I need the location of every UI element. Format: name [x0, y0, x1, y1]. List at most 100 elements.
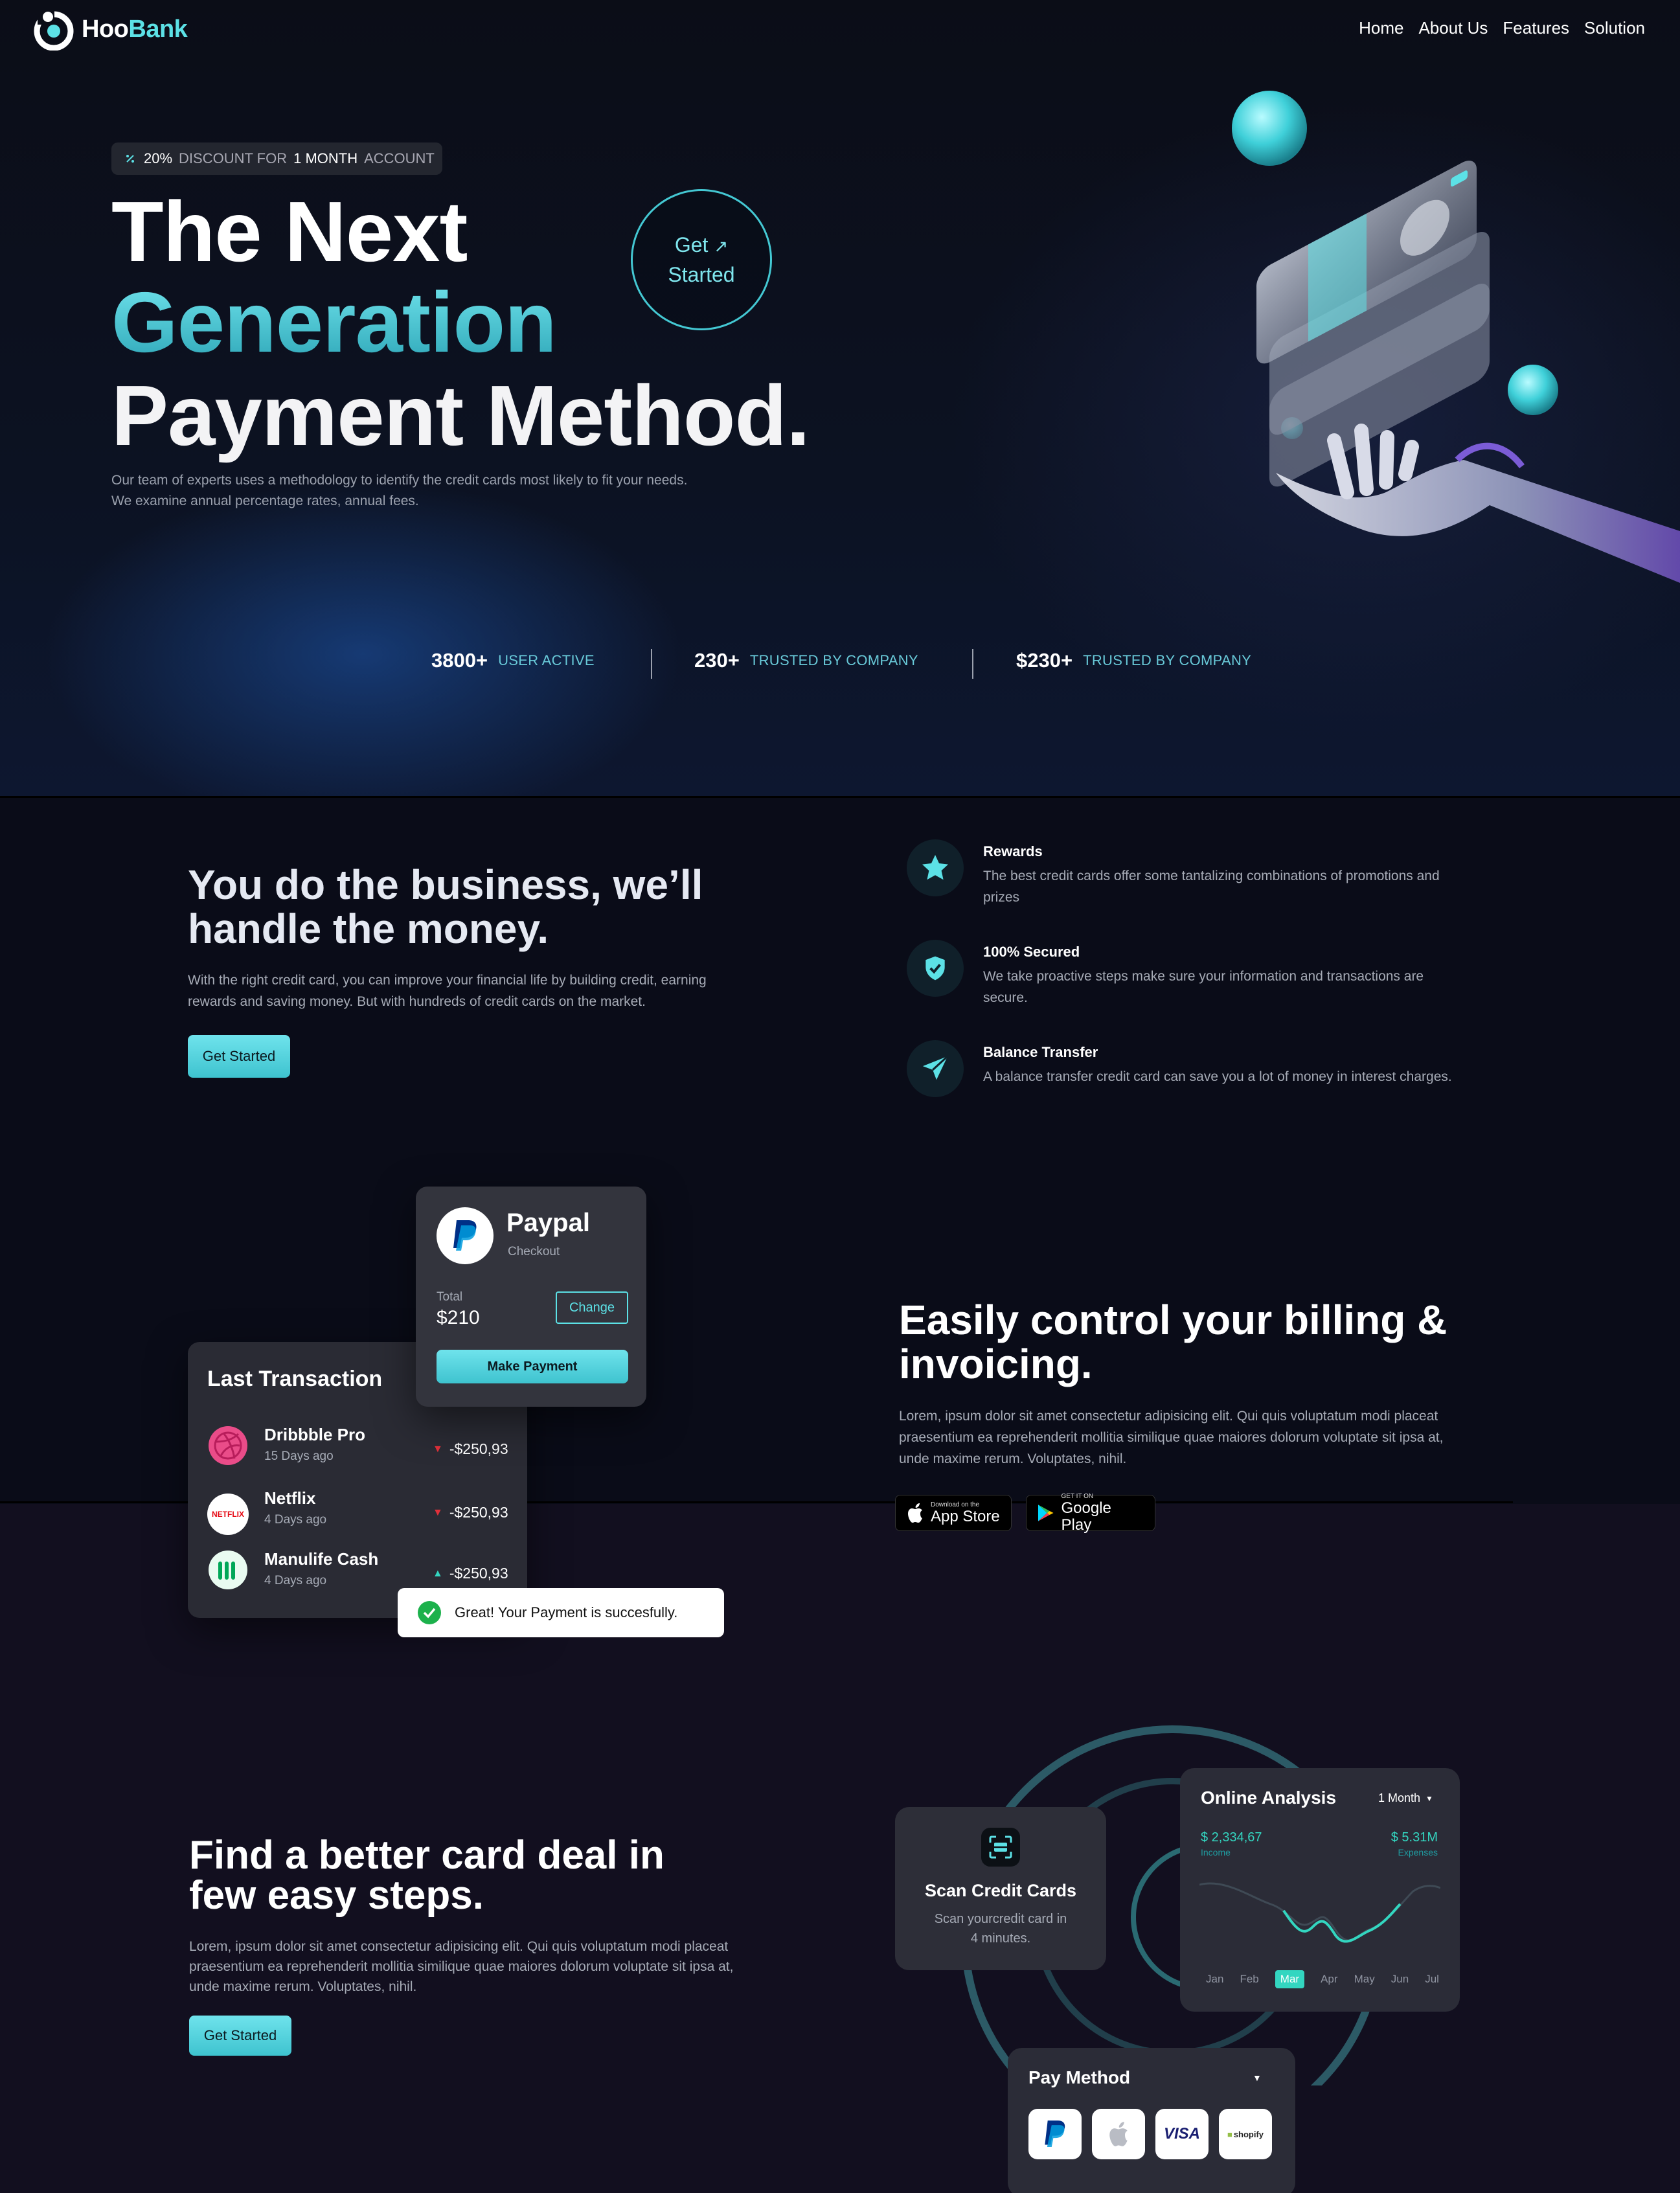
change-button[interactable]: Change: [556, 1291, 628, 1324]
card-deal-get-started-button[interactable]: Get Started: [189, 2016, 291, 2056]
app-store-button[interactable]: Download on the App Store: [895, 1495, 1012, 1531]
transaction-date: 15 Days ago: [264, 1449, 334, 1463]
month-tab-jul[interactable]: Jul: [1425, 1973, 1439, 1986]
card-deal-title-2: few easy steps.: [189, 1873, 484, 1918]
hero-desc-1: Our team of experts uses a methodology t…: [111, 473, 688, 488]
hero-description: Our team of experts uses a methodology t…: [111, 470, 694, 512]
business-title-2: handle the money.: [188, 905, 549, 952]
feature-title: Rewards: [983, 843, 1043, 859]
nav-about-us[interactable]: About Us: [1418, 18, 1488, 38]
period-value: 1 Month: [1378, 1791, 1421, 1804]
app-store-label: App Store: [931, 1507, 1000, 1525]
pay-options: VISA ■ shopify: [1028, 2109, 1272, 2159]
transaction-name: Dribbble Pro: [264, 1425, 366, 1444]
stat-label: TRUSTED BY COMPANY: [749, 652, 918, 668]
google-play-button[interactable]: GET IT ON Google Play: [1026, 1493, 1155, 1533]
payment-success-toast: Great! Your Payment is succesfully.: [398, 1588, 724, 1637]
month-tab-apr[interactable]: Apr: [1321, 1973, 1337, 1986]
analysis-line-chart: [1199, 1882, 1440, 1943]
shopify-option-icon[interactable]: ■ shopify: [1219, 2109, 1272, 2159]
month-tabs: Jan Feb Mar Apr May Jun Jul: [1206, 1970, 1439, 1988]
apple-pay-option-icon[interactable]: [1092, 2109, 1145, 2159]
paypal-icon: [437, 1207, 494, 1264]
hero-title-line-1: The Next: [111, 184, 468, 279]
shopify-label: shopify: [1233, 2129, 1264, 2139]
nav-home[interactable]: Home: [1359, 18, 1403, 38]
month-tab-feb[interactable]: Feb: [1240, 1973, 1258, 1986]
transaction-date: 4 Days ago: [264, 1574, 327, 1587]
business-title-1: You do the business, we’ll: [188, 861, 703, 908]
send-icon: [907, 1040, 964, 1097]
robot-hand-cards-illustration: [1232, 91, 1680, 583]
make-payment-button[interactable]: Make Payment: [437, 1350, 628, 1383]
transaction-row[interactable]: NETFLIX Netflix 4 Days ago ▼ -$250,93: [207, 1488, 512, 1540]
scan-desc-2: 4 minutes.: [970, 1931, 1031, 1946]
stat-trusted: $230+ TRUSTED BY COMPANY: [1016, 649, 1251, 672]
period-dropdown[interactable]: 1 Month ▼: [1378, 1791, 1433, 1805]
arrow-down-icon: ▼: [433, 1506, 443, 1518]
badge-suffix: ACCOUNT: [364, 150, 435, 166]
cta-line-2: Started: [668, 263, 735, 286]
google-play-icon: [1038, 1505, 1054, 1521]
transaction-amount: -$250,93: [449, 1440, 508, 1457]
stat-value: $230+: [1016, 649, 1073, 672]
transaction-amount: -$250,93: [449, 1504, 508, 1521]
discount-icon: [126, 155, 134, 163]
caret-down-icon: ▼: [1425, 1793, 1433, 1803]
billing-title-2: invoicing.: [899, 1341, 1093, 1387]
business-title: You do the business, we’ll handle the mo…: [188, 863, 703, 951]
arrow-down-icon: ▼: [433, 1443, 443, 1455]
transaction-row[interactable]: Dribbble Pro 15 Days ago ▼ -$250,93: [207, 1425, 512, 1477]
scan-credit-cards-card[interactable]: Scan Credit Cards Scan yourcredit card i…: [895, 1807, 1106, 1970]
billing-title: Easily control your billing & invoicing.: [899, 1298, 1447, 1386]
visa-option-icon[interactable]: VISA: [1155, 2109, 1209, 2159]
netflix-icon: NETFLIX: [207, 1494, 249, 1535]
feature-title: 100% Secured: [983, 944, 1080, 960]
month-tab-jan[interactable]: Jan: [1206, 1973, 1223, 1986]
feature-desc: The best credit cards offer some tantali…: [983, 869, 1440, 905]
apple-icon: [908, 1503, 922, 1523]
main-nav: Home About Us Features Solution: [1359, 18, 1645, 38]
paypal-checkout-card: Paypal Checkout Total $210 Change Make P…: [416, 1187, 646, 1407]
total-amount: $210: [437, 1307, 480, 1328]
transaction-amount-wrap: ▼ -$250,93: [433, 1440, 508, 1458]
month-tab-may[interactable]: May: [1354, 1973, 1375, 1986]
star-icon: [907, 839, 964, 896]
income-label: Income: [1201, 1847, 1231, 1858]
stat-users: 3800+ USER ACTIVE: [431, 649, 595, 672]
stat-divider: [972, 649, 973, 679]
feature-desc: A balance transfer credit card can save …: [983, 1069, 1452, 1084]
stat-label: USER ACTIVE: [498, 652, 595, 668]
analysis-title: Online Analysis: [1201, 1788, 1337, 1808]
scan-desc-1: Scan yourcredit card in: [934, 1912, 1067, 1926]
pay-method-card: Pay Method ▼ VISA ■ shopify: [1008, 2048, 1295, 2193]
card-deal-description: Lorem, ipsum dolor sit amet consectetur …: [189, 1939, 734, 1994]
pay-method-title: Pay Method: [1028, 2067, 1131, 2087]
billing-title-1: Easily control your billing &: [899, 1297, 1447, 1343]
transaction-amount: -$250,93: [449, 1565, 508, 1582]
month-tab-jun[interactable]: Jun: [1391, 1973, 1409, 1986]
brand-logo[interactable]: HooBank: [32, 8, 188, 51]
app-store-small: Download on the: [931, 1501, 980, 1508]
badge-duration: 1 MONTH: [293, 150, 358, 166]
badge-text: DISCOUNT FOR: [179, 150, 288, 166]
paypal-subtitle: Checkout: [508, 1245, 560, 1258]
business-get-started-button[interactable]: Get Started: [188, 1035, 290, 1078]
stat-label: TRUSTED BY COMPANY: [1083, 652, 1252, 668]
stat-companies: 230+ TRUSTED BY COMPANY: [694, 649, 918, 672]
paypal-title: Paypal: [506, 1209, 590, 1237]
stat-value: 3800+: [431, 649, 488, 672]
manulife-icon: [209, 1551, 247, 1589]
nav-solution[interactable]: Solution: [1584, 18, 1645, 38]
nav-features[interactable]: Features: [1503, 18, 1569, 38]
arrow-up-right-icon: ↗: [714, 236, 729, 256]
expense-value: $ 5.31M: [1391, 1830, 1438, 1845]
scan-description: Scan yourcredit card in 4 minutes.: [895, 1909, 1106, 1948]
caret-down-icon[interactable]: ▼: [1253, 2073, 1262, 2083]
feature-desc: We take proactive steps make sure your i…: [983, 969, 1424, 1005]
last-transaction-title: Last Transaction: [207, 1367, 383, 1391]
month-tab-mar[interactable]: Mar: [1275, 1970, 1305, 1988]
paypal-option-icon[interactable]: [1028, 2109, 1082, 2159]
arrow-up-icon: ▲: [433, 1567, 443, 1579]
get-started-circle-button[interactable]: Get ↗ Started: [631, 189, 772, 330]
